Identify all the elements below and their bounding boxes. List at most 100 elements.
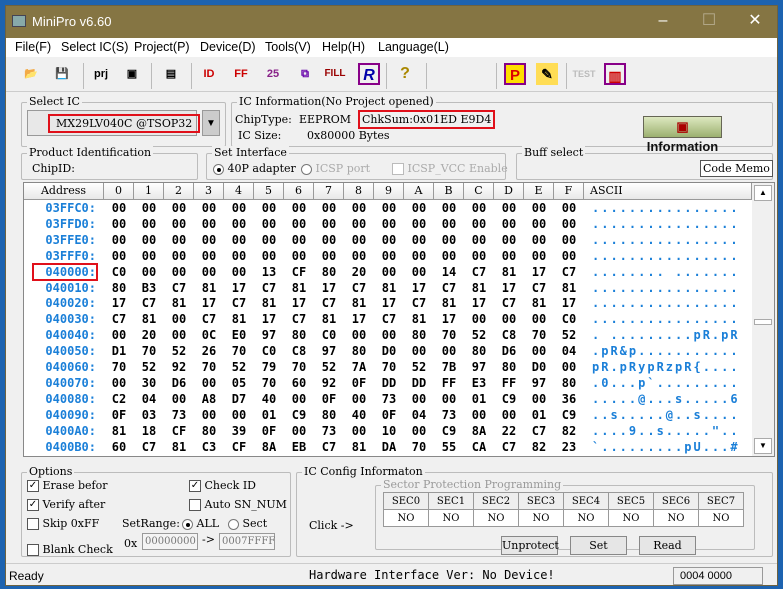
hex-byte[interactable]: 00 — [104, 217, 134, 231]
hex-byte[interactable]: 17 — [464, 296, 494, 310]
hex-byte[interactable]: 00 — [164, 249, 194, 263]
hex-byte[interactable]: C7 — [314, 296, 344, 310]
hex-byte[interactable]: 70 — [524, 328, 554, 342]
hex-byte[interactable]: 52 — [554, 328, 584, 342]
hex-byte[interactable]: E3 — [464, 376, 494, 390]
radio-icsp-port[interactable]: ICSP port — [301, 162, 370, 175]
hex-byte[interactable]: CF — [224, 440, 254, 454]
sector-value[interactable]: NO — [383, 509, 429, 527]
hex-byte[interactable]: C7 — [554, 265, 584, 279]
pin-check-icon[interactable]: ▥ — [604, 63, 626, 85]
read-chip-icon[interactable]: R — [358, 63, 380, 85]
hex-byte[interactable]: 00 — [194, 233, 224, 247]
hex-byte[interactable]: 00 — [374, 217, 404, 231]
hex-byte[interactable]: 36 — [554, 392, 584, 406]
menu-project[interactable]: Project(P) — [134, 40, 190, 54]
hex-byte[interactable]: 70 — [224, 344, 254, 358]
hex-byte[interactable]: C0 — [254, 344, 284, 358]
blank-check-icon[interactable]: 25 — [262, 63, 284, 85]
scroll-thumb[interactable] — [754, 319, 772, 325]
hex-byte[interactable]: 26 — [194, 344, 224, 358]
hex-byte[interactable]: 00 — [404, 424, 434, 438]
hex-byte[interactable]: 81 — [134, 312, 164, 326]
range-all-radio[interactable]: ALL — [182, 517, 219, 530]
hex-byte[interactable]: 80 — [554, 376, 584, 390]
skip-ff-checkbox[interactable]: Skip 0xFF — [27, 517, 99, 530]
hex-byte[interactable]: 00 — [164, 201, 194, 215]
hex-byte[interactable]: 17 — [344, 312, 374, 326]
sector-value[interactable]: NO — [518, 509, 564, 527]
hex-byte[interactable]: 17 — [314, 281, 344, 295]
hex-byte[interactable]: C2 — [104, 392, 134, 406]
hex-byte[interactable]: 0F — [314, 392, 344, 406]
hex-byte[interactable]: 00 — [344, 217, 374, 231]
hex-byte[interactable]: 00 — [524, 312, 554, 326]
hex-byte[interactable]: FF — [494, 376, 524, 390]
hex-byte[interactable]: 55 — [434, 440, 464, 454]
hex-byte[interactable]: 00 — [254, 249, 284, 263]
hex-row[interactable]: 0400B0: 60 C7 81 C3 CF 8A EB C7 81 DA 70 55 CA C7 82 23 `… — [24, 440, 752, 456]
hex-byte[interactable]: 18 — [134, 424, 164, 438]
hex-row[interactable]: 040000: C0 00 00 00 00 13 CF 80 20 00 00 14 C7 81 17 C7.… — [24, 262, 752, 281]
hex-byte[interactable]: 00 — [344, 233, 374, 247]
hex-byte[interactable]: 97 — [524, 376, 554, 390]
hex-byte[interactable]: 0F — [104, 408, 134, 422]
ic-dropdown-button[interactable]: ▼ — [202, 110, 220, 136]
hex-byte[interactable]: 52 — [314, 360, 344, 374]
hex-byte[interactable]: 00 — [284, 217, 314, 231]
hex-byte[interactable]: 52 — [464, 328, 494, 342]
hex-byte[interactable]: 01 — [464, 392, 494, 406]
hex-byte[interactable]: 81 — [374, 281, 404, 295]
hex-byte[interactable]: 03 — [134, 408, 164, 422]
hex-byte[interactable]: 00 — [554, 201, 584, 215]
hex-byte[interactable]: 00 — [314, 201, 344, 215]
save-project-icon[interactable]: ▣ — [121, 63, 143, 85]
hex-byte[interactable]: 00 — [134, 233, 164, 247]
hex-byte[interactable]: 79 — [254, 360, 284, 374]
hex-byte[interactable]: 00 — [344, 249, 374, 263]
hex-byte[interactable]: 80 — [194, 424, 224, 438]
unprotect-button[interactable]: Unprotect — [501, 536, 559, 555]
hex-byte[interactable]: 05 — [224, 376, 254, 390]
hex-byte[interactable]: 17 — [284, 296, 314, 310]
hex-byte[interactable]: 00 — [254, 201, 284, 215]
hex-byte[interactable]: C7 — [524, 281, 554, 295]
help-icon[interactable]: ? — [394, 63, 416, 85]
hex-byte[interactable]: C8 — [494, 328, 524, 342]
hex-byte[interactable]: 00 — [554, 360, 584, 374]
hex-byte[interactable]: 00 — [194, 408, 224, 422]
hex-byte[interactable]: 00 — [494, 249, 524, 263]
hex-byte[interactable]: 17 — [254, 312, 284, 326]
hex-byte[interactable]: 80 — [494, 360, 524, 374]
hex-byte[interactable]: 00 — [494, 217, 524, 231]
hex-byte[interactable]: 00 — [254, 217, 284, 231]
hex-byte[interactable]: 00 — [524, 249, 554, 263]
hex-row[interactable]: 040040: 00 20 00 0C E0 97 80 C0 00 00 80 70 52 C8 70 52.… — [24, 328, 752, 344]
hex-byte[interactable]: 00 — [164, 233, 194, 247]
hex-byte[interactable]: C7 — [464, 265, 494, 279]
hex-byte[interactable]: D0 — [374, 344, 404, 358]
hex-byte[interactable]: 80 — [314, 408, 344, 422]
hex-byte[interactable]: 00 — [164, 217, 194, 231]
hex-byte[interactable]: 00 — [224, 408, 254, 422]
hex-byte[interactable]: 00 — [464, 217, 494, 231]
hex-byte[interactable]: C7 — [134, 296, 164, 310]
hex-byte[interactable]: 92 — [314, 376, 344, 390]
hex-byte[interactable]: 00 — [224, 249, 254, 263]
hex-byte[interactable]: 00 — [404, 201, 434, 215]
hex-byte[interactable]: 00 — [404, 344, 434, 358]
hex-byte[interactable]: 00 — [104, 233, 134, 247]
hex-byte[interactable]: 81 — [494, 265, 524, 279]
hex-byte[interactable]: C7 — [434, 281, 464, 295]
sector-value[interactable]: NO — [473, 509, 519, 527]
hex-byte[interactable]: 00 — [134, 249, 164, 263]
hex-byte[interactable]: 17 — [374, 296, 404, 310]
hex-byte[interactable]: 00 — [284, 392, 314, 406]
hex-byte[interactable]: C7 — [224, 296, 254, 310]
hex-byte[interactable]: 60 — [284, 376, 314, 390]
hex-byte[interactable]: 40 — [344, 408, 374, 422]
range-start-input[interactable]: 00000000 — [142, 533, 198, 550]
hex-byte[interactable]: 00 — [284, 201, 314, 215]
hex-byte[interactable]: 00 — [404, 392, 434, 406]
test-icon[interactable]: TEST — [571, 63, 597, 85]
